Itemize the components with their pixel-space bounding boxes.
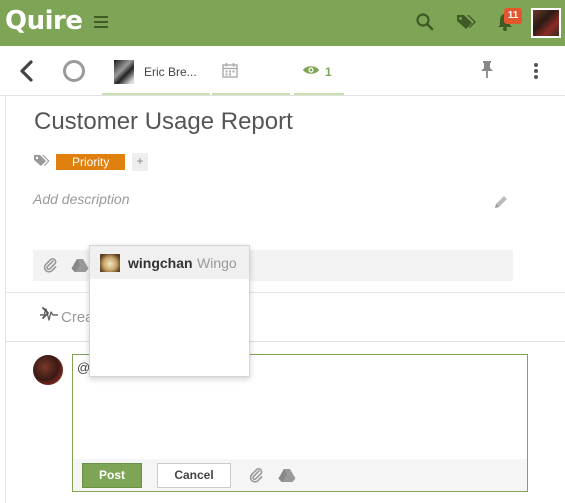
mention-item[interactable]: wingchan Wingo bbox=[90, 246, 249, 279]
google-drive-icon[interactable] bbox=[71, 258, 89, 278]
mention-dropdown: wingchan Wingo bbox=[89, 245, 250, 377]
paperclip-icon[interactable] bbox=[43, 257, 57, 278]
mention-display-name: Wingo bbox=[197, 255, 237, 271]
eye-icon bbox=[303, 66, 319, 74]
mention-username: wingchan bbox=[128, 255, 193, 271]
watchers-count: 1 bbox=[325, 65, 332, 79]
description-field[interactable]: Add description bbox=[33, 191, 130, 207]
paperclip-icon[interactable] bbox=[249, 467, 263, 488]
notification-badge: 11 bbox=[504, 8, 522, 24]
comment-footer: Post Cancel bbox=[73, 459, 527, 491]
due-date-button[interactable] bbox=[212, 46, 290, 95]
mention-avatar bbox=[100, 254, 120, 272]
add-tag-button[interactable]: + bbox=[132, 153, 148, 171]
task-toolbar: Eric Bre... 1 bbox=[0, 46, 565, 96]
hamburger-icon[interactable] bbox=[94, 16, 108, 28]
app-logo[interactable]: Quire bbox=[5, 6, 83, 36]
task-title[interactable]: Customer Usage Report bbox=[34, 108, 293, 136]
tag-icon bbox=[33, 154, 51, 173]
commenter-avatar bbox=[33, 355, 63, 385]
post-button[interactable]: Post bbox=[82, 463, 142, 488]
tags-icon[interactable] bbox=[455, 12, 477, 34]
pencil-icon[interactable] bbox=[493, 194, 509, 215]
tag-priority[interactable]: Priority bbox=[56, 154, 126, 170]
pin-icon[interactable] bbox=[478, 58, 498, 82]
google-drive-icon[interactable] bbox=[278, 468, 296, 488]
chevron-right-icon bbox=[42, 307, 49, 319]
top-bar: Quire 11 bbox=[0, 0, 565, 46]
watchers-button[interactable]: 1 bbox=[294, 46, 344, 95]
search-icon[interactable] bbox=[415, 12, 437, 34]
chevron-left-icon[interactable] bbox=[14, 56, 40, 86]
assignee-avatar bbox=[114, 60, 134, 84]
calendar-icon bbox=[222, 63, 238, 78]
assignee-button[interactable]: Eric Bre... bbox=[102, 46, 210, 95]
complete-toggle[interactable] bbox=[63, 60, 85, 82]
assignee-name: Eric Bre... bbox=[144, 65, 197, 79]
cancel-button[interactable]: Cancel bbox=[157, 463, 231, 488]
more-vertical-icon[interactable] bbox=[528, 60, 544, 82]
user-avatar[interactable] bbox=[531, 8, 561, 38]
